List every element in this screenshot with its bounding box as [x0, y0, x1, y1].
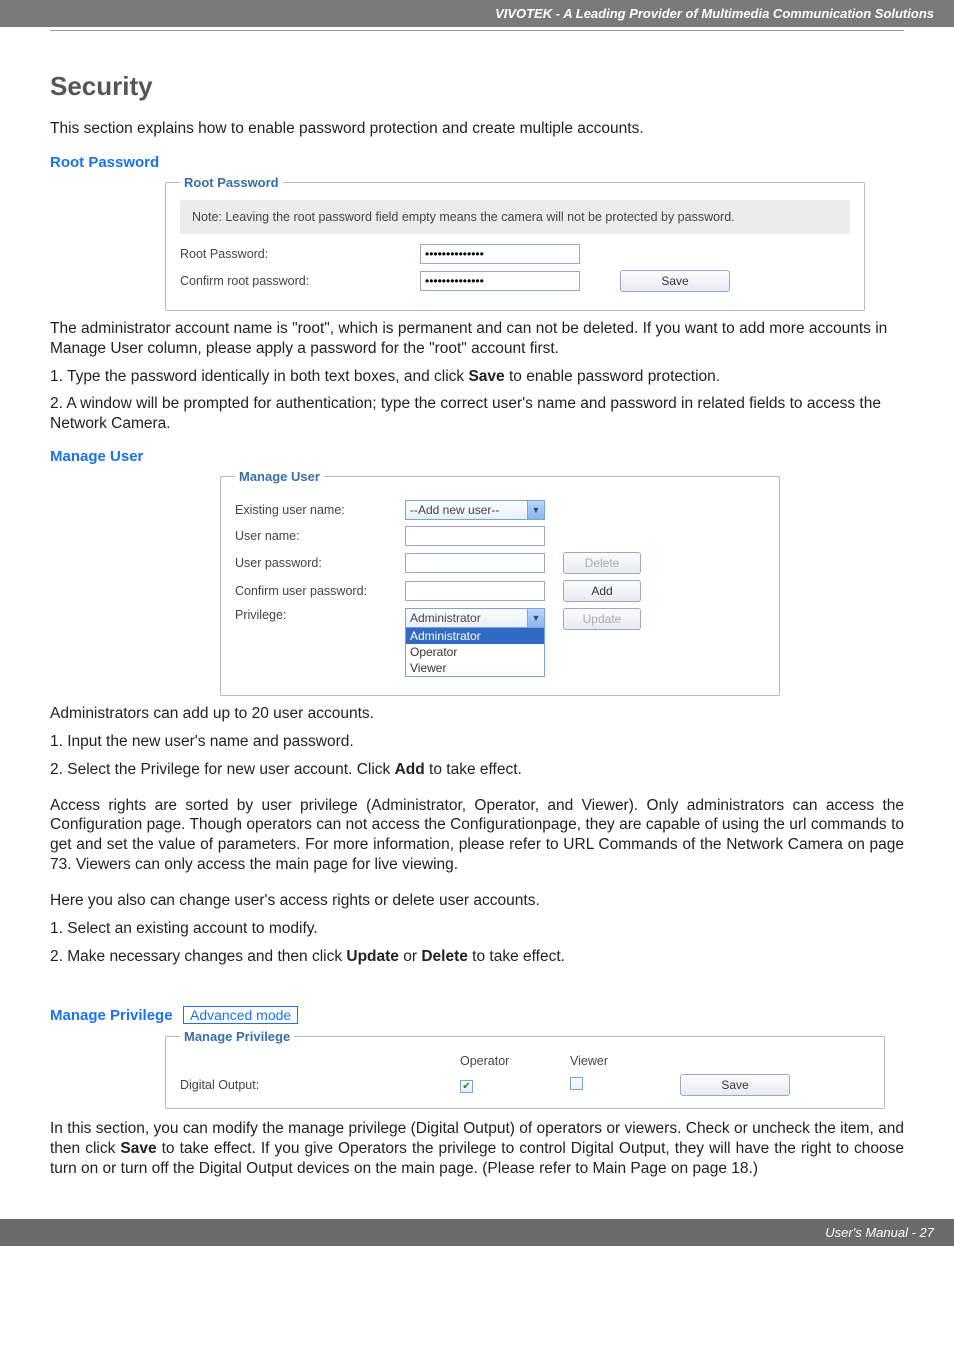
manage-user-intro: Administrators can add up to 20 user acc… — [50, 704, 904, 724]
access-rights-paragraph: Access rights are sorted by user privile… — [50, 796, 904, 875]
advanced-mode-badge: Advanced mode — [183, 1006, 298, 1024]
dropdown-item-operator[interactable]: Operator — [406, 644, 544, 660]
user-password-label: User password: — [235, 556, 405, 570]
root-password-label: Root Password — [50, 154, 904, 171]
root-password-screenshot: Root Password Note: Leaving the root pas… — [165, 175, 904, 311]
manage-privilege-paragraph: In this section, you can modify the mana… — [50, 1119, 904, 1178]
confirm-root-password-input[interactable] — [420, 271, 580, 291]
root-password-input[interactable] — [420, 244, 580, 264]
existing-user-label: Existing user name: — [235, 503, 405, 517]
privilege-label: Privilege: — [235, 608, 405, 622]
page-footer: User's Manual - 27 — [0, 1219, 954, 1246]
operator-checkbox[interactable]: ✔ — [460, 1080, 473, 1093]
page-content: Security This section explains how to en… — [0, 31, 954, 1179]
viewer-column-header: Viewer — [570, 1054, 680, 1068]
manage-privilege-legend: Manage Privilege — [180, 1029, 294, 1044]
viewer-checkbox[interactable] — [570, 1077, 583, 1090]
change-rights-step2: 2. Make necessary changes and then click… — [50, 947, 904, 967]
dropdown-item-viewer[interactable]: Viewer — [406, 660, 544, 676]
brand-header: VIVOTEK - A Leading Provider of Multimed… — [0, 0, 954, 28]
save-button[interactable]: Save — [680, 1074, 790, 1096]
confirm-user-password-input[interactable] — [405, 581, 545, 601]
manage-privilege-label: Manage Privilege — [50, 1007, 173, 1024]
digital-output-label: Digital Output: — [180, 1078, 460, 1092]
root-password-note: Note: Leaving the root password field em… — [180, 200, 850, 234]
privilege-dropdown: Administrator Operator Viewer — [405, 627, 545, 677]
privilege-value: Administrator — [410, 611, 481, 625]
delete-button[interactable]: Delete — [563, 552, 641, 574]
root-password-paragraph: The administrator account name is "root"… — [50, 319, 904, 359]
chevron-down-icon: ▼ — [527, 609, 544, 627]
user-password-input[interactable] — [405, 553, 545, 573]
root-password-field-label: Root Password: — [180, 247, 420, 261]
operator-column-header: Operator — [460, 1054, 570, 1068]
change-rights-intro: Here you also can change user's access r… — [50, 891, 904, 911]
confirm-root-password-label: Confirm root password: — [180, 274, 420, 288]
manage-user-legend: Manage User — [235, 469, 324, 484]
root-password-step1: 1. Type the password identically in both… — [50, 367, 904, 387]
chevron-down-icon: ▼ — [527, 501, 544, 519]
page-title: Security — [50, 71, 904, 102]
username-input[interactable] — [405, 526, 545, 546]
existing-user-select[interactable]: --Add new user-- ▼ — [405, 500, 545, 520]
manage-privilege-screenshot: Manage Privilege Operator Viewer Digital… — [165, 1029, 904, 1109]
save-button[interactable]: Save — [620, 270, 730, 292]
manage-user-step2: 2. Select the Privilege for new user acc… — [50, 760, 904, 780]
username-label: User name: — [235, 529, 405, 543]
manage-user-screenshot: Manage User Existing user name: --Add ne… — [220, 469, 904, 696]
update-button[interactable]: Update — [563, 608, 641, 630]
root-password-legend: Root Password — [180, 175, 283, 190]
confirm-user-password-label: Confirm user password: — [235, 584, 405, 598]
root-password-step2: 2. A window will be prompted for authent… — [50, 394, 904, 434]
change-rights-step1: 1. Select an existing account to modify. — [50, 919, 904, 939]
dropdown-item-administrator[interactable]: Administrator — [406, 628, 544, 644]
add-button[interactable]: Add — [563, 580, 641, 602]
manage-user-step1: 1. Input the new user's name and passwor… — [50, 732, 904, 752]
privilege-select[interactable]: Administrator ▼ — [405, 608, 545, 628]
intro-text: This section explains how to enable pass… — [50, 120, 904, 138]
existing-user-value: --Add new user-- — [410, 503, 499, 517]
manage-user-label: Manage User — [50, 448, 904, 465]
